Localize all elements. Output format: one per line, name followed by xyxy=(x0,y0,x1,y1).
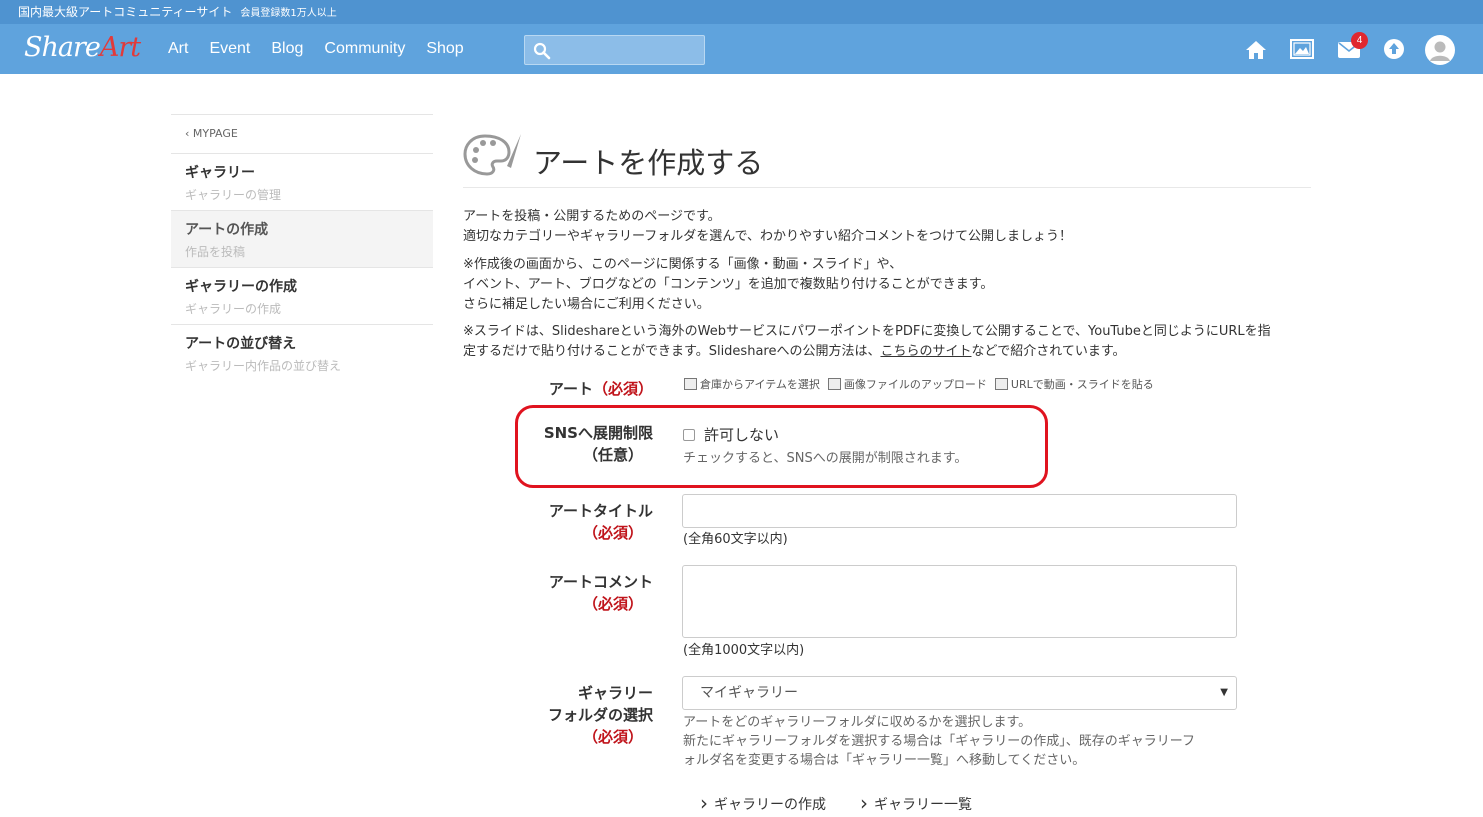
note-line: ォルダ名を変更する場合は「ギャラリー一覧」へ移動してください。 xyxy=(683,753,1086,768)
note-line: さらに補足したい場合にご利用ください。 xyxy=(463,297,710,312)
nav-blog[interactable]: Blog xyxy=(271,40,303,58)
storage-icon xyxy=(684,378,697,390)
gallery-field-label: ギャラリー フォルダの選択 （必須） xyxy=(463,682,653,748)
upload-image-link[interactable]: 画像ファイルのアップロード xyxy=(827,376,987,392)
nav-event[interactable]: Event xyxy=(209,40,250,58)
caret-down-icon: ▼ xyxy=(1220,687,1228,698)
avatar-icon[interactable] xyxy=(1424,34,1456,66)
slide-note-text: ※スライドは、Slideshareという海外のWebサービスにパワーポイントをP… xyxy=(463,322,1313,362)
label-text: アートタイトル xyxy=(548,502,653,520)
sidebar-item-sub: ギャラリー内作品の並び替え xyxy=(185,359,342,373)
comment-field-label: アートコメント （必須） xyxy=(463,571,653,615)
sns-note: チェックすると、SNSへの展開が制限されます。 xyxy=(683,451,968,466)
gallery-icon[interactable] xyxy=(1290,39,1314,59)
link-label: URLで動画・スライドを貼る xyxy=(1010,378,1154,391)
note-line: アートをどのギャラリーフォルダに収めるかを選択します。 xyxy=(683,715,1032,730)
image-icon xyxy=(827,378,841,390)
intro-line: アートを投稿・公開するためのページです。 xyxy=(463,209,721,224)
sidebar-item-title: ギャラリーの作成 xyxy=(185,279,297,295)
required-marker: （必須） xyxy=(582,524,643,542)
slide-note-line: などで紹介されています。 xyxy=(971,344,1126,359)
sidebar-item-sub: ギャラリーの管理 xyxy=(185,188,282,202)
sns-field-label: SNSへ展開制限 （任意） xyxy=(463,422,653,466)
page-header: アートを作成する xyxy=(463,130,1311,188)
nav-shop[interactable]: Shop xyxy=(426,40,463,58)
label-text: SNSへ展開制限 xyxy=(543,424,653,442)
note-line: イベント、アート、ブログなどの「コンテンツ」を追加で複数貼り付けることができます… xyxy=(463,277,994,292)
top-strip: 国内最大級アートコミュニティーサイト 会員登録数1万人以上 xyxy=(0,0,1483,24)
link-label: 画像ファイルのアップロード xyxy=(843,378,987,391)
art-field-label: アート（必須） xyxy=(463,378,653,400)
member-count: 会員登録数1万人以上 xyxy=(240,8,337,19)
gallery-folder-select[interactable]: マイギャラリー ▼ xyxy=(682,676,1237,710)
label-text: アートコメント xyxy=(548,573,653,591)
page-title: アートを作成する xyxy=(533,146,764,180)
note-line: 新たにギャラリーフォルダを選択する場合は「ギャラリーの作成」、既存のギャラリーフ xyxy=(683,734,1195,749)
mypage-label: MYPAGE xyxy=(192,127,238,140)
sidebar-item-title: アートの作成 xyxy=(185,222,269,238)
sidebar-item-title: アートの並び替え xyxy=(185,336,297,352)
label-text: アート xyxy=(548,380,593,398)
art-title-input[interactable] xyxy=(682,494,1237,528)
nav-art[interactable]: Art xyxy=(168,40,188,58)
note-text: ※作成後の画面から、このページに関係する「画像・動画・スライド」や、 イベント、… xyxy=(463,255,1313,315)
art-source-links: 倉庫からアイテムを選択 画像ファイルのアップロード URLで動画・スライドを貼る xyxy=(684,376,1154,392)
upload-icon[interactable] xyxy=(1383,38,1405,60)
sns-restrict-checkbox[interactable] xyxy=(683,428,695,441)
palette-icon xyxy=(463,134,521,176)
sns-restrict-option[interactable]: 許可しない xyxy=(683,424,779,445)
comment-limit-note: (全角1000文字以内) xyxy=(683,643,805,658)
home-icon[interactable] xyxy=(1245,40,1267,60)
sidebar-item-sub: ギャラリーの作成 xyxy=(185,302,282,316)
navbar: ShareArt Art Event Blog Community Shop 4 xyxy=(0,24,1483,74)
logo-share: Share xyxy=(24,32,101,63)
art-comment-textarea[interactable] xyxy=(682,565,1237,638)
title-limit-note: (全角60文字以内) xyxy=(683,532,788,547)
link-label: 倉庫からアイテムを選択 xyxy=(700,378,820,391)
create-gallery-link[interactable]: ギャラリーの作成 xyxy=(700,790,826,814)
logo[interactable]: ShareArt xyxy=(24,32,141,63)
site-tagline: 国内最大級アートコミュニティーサイト xyxy=(18,5,233,19)
slide-note-line: ※スライドは、Slideshareという海外のWebサービスにパワーポイントをP… xyxy=(463,324,1271,339)
checkbox-label: 許可しない xyxy=(704,426,780,444)
sidebar: ‹ MYPAGE ギャラリー ギャラリーの管理 アートの作成 作品を投稿 ギャラ… xyxy=(171,114,433,382)
slide-note-line: 定するだけで貼り付けることができます。Slideshareへの公開方法は、 xyxy=(463,344,881,359)
sidebar-item-create-gallery[interactable]: ギャラリーの作成 ギャラリーの作成 xyxy=(171,268,433,325)
search-icon xyxy=(533,42,551,60)
select-from-storage-link[interactable]: 倉庫からアイテムを選択 xyxy=(684,376,820,392)
sidebar-item-title: ギャラリー xyxy=(185,165,255,181)
gallery-note: アートをどのギャラリーフォルダに収めるかを選択します。 新たにギャラリーフォルダ… xyxy=(683,713,1243,770)
slideshare-guide-link[interactable]: こちらのサイト xyxy=(880,344,971,359)
gallery-links: ギャラリーの作成 ギャラリー一覧 xyxy=(700,790,972,814)
logo-art: Art xyxy=(99,32,141,63)
main-nav: Art Event Blog Community Shop xyxy=(168,24,485,74)
sidebar-item-sub: 作品を投稿 xyxy=(185,245,246,259)
intro-text: アートを投稿・公開するためのページです。 適切なカテゴリーやギャラリーフォルダを… xyxy=(463,207,1313,247)
mypage-back-link[interactable]: ‹ MYPAGE xyxy=(171,114,433,154)
required-marker: （必須） xyxy=(582,595,643,613)
intro-line: 適切なカテゴリーやギャラリーフォルダを選んで、わかりやすい紹介コメントをつけて公… xyxy=(463,229,1073,244)
sidebar-item-sort-art[interactable]: アートの並び替え ギャラリー内作品の並び替え xyxy=(171,325,433,382)
selected-value: マイギャラリー xyxy=(700,685,798,701)
gallery-list-link[interactable]: ギャラリー一覧 xyxy=(860,790,972,814)
nav-community[interactable]: Community xyxy=(324,40,405,58)
mail-badge: 4 xyxy=(1351,32,1368,49)
note-line: ※作成後の画面から、このページに関係する「画像・動画・スライド」や、 xyxy=(463,257,903,272)
chevron-left-icon: ‹ xyxy=(185,127,193,140)
title-field-label: アートタイトル （必須） xyxy=(463,500,653,544)
label-text: ギャラリー xyxy=(577,684,653,702)
embed-url-link[interactable]: URLで動画・スライドを貼る xyxy=(994,376,1154,392)
sidebar-item-create-art[interactable]: アートの作成 作品を投稿 xyxy=(171,211,433,268)
search-input[interactable] xyxy=(524,35,705,65)
required-marker: （必須） xyxy=(592,380,653,398)
required-marker: （必須） xyxy=(582,728,643,746)
sidebar-item-gallery[interactable]: ギャラリー ギャラリーの管理 xyxy=(171,154,433,211)
label-text: フォルダの選択 xyxy=(547,706,653,724)
optional-marker: （任意） xyxy=(582,446,643,464)
video-icon xyxy=(994,378,1008,390)
